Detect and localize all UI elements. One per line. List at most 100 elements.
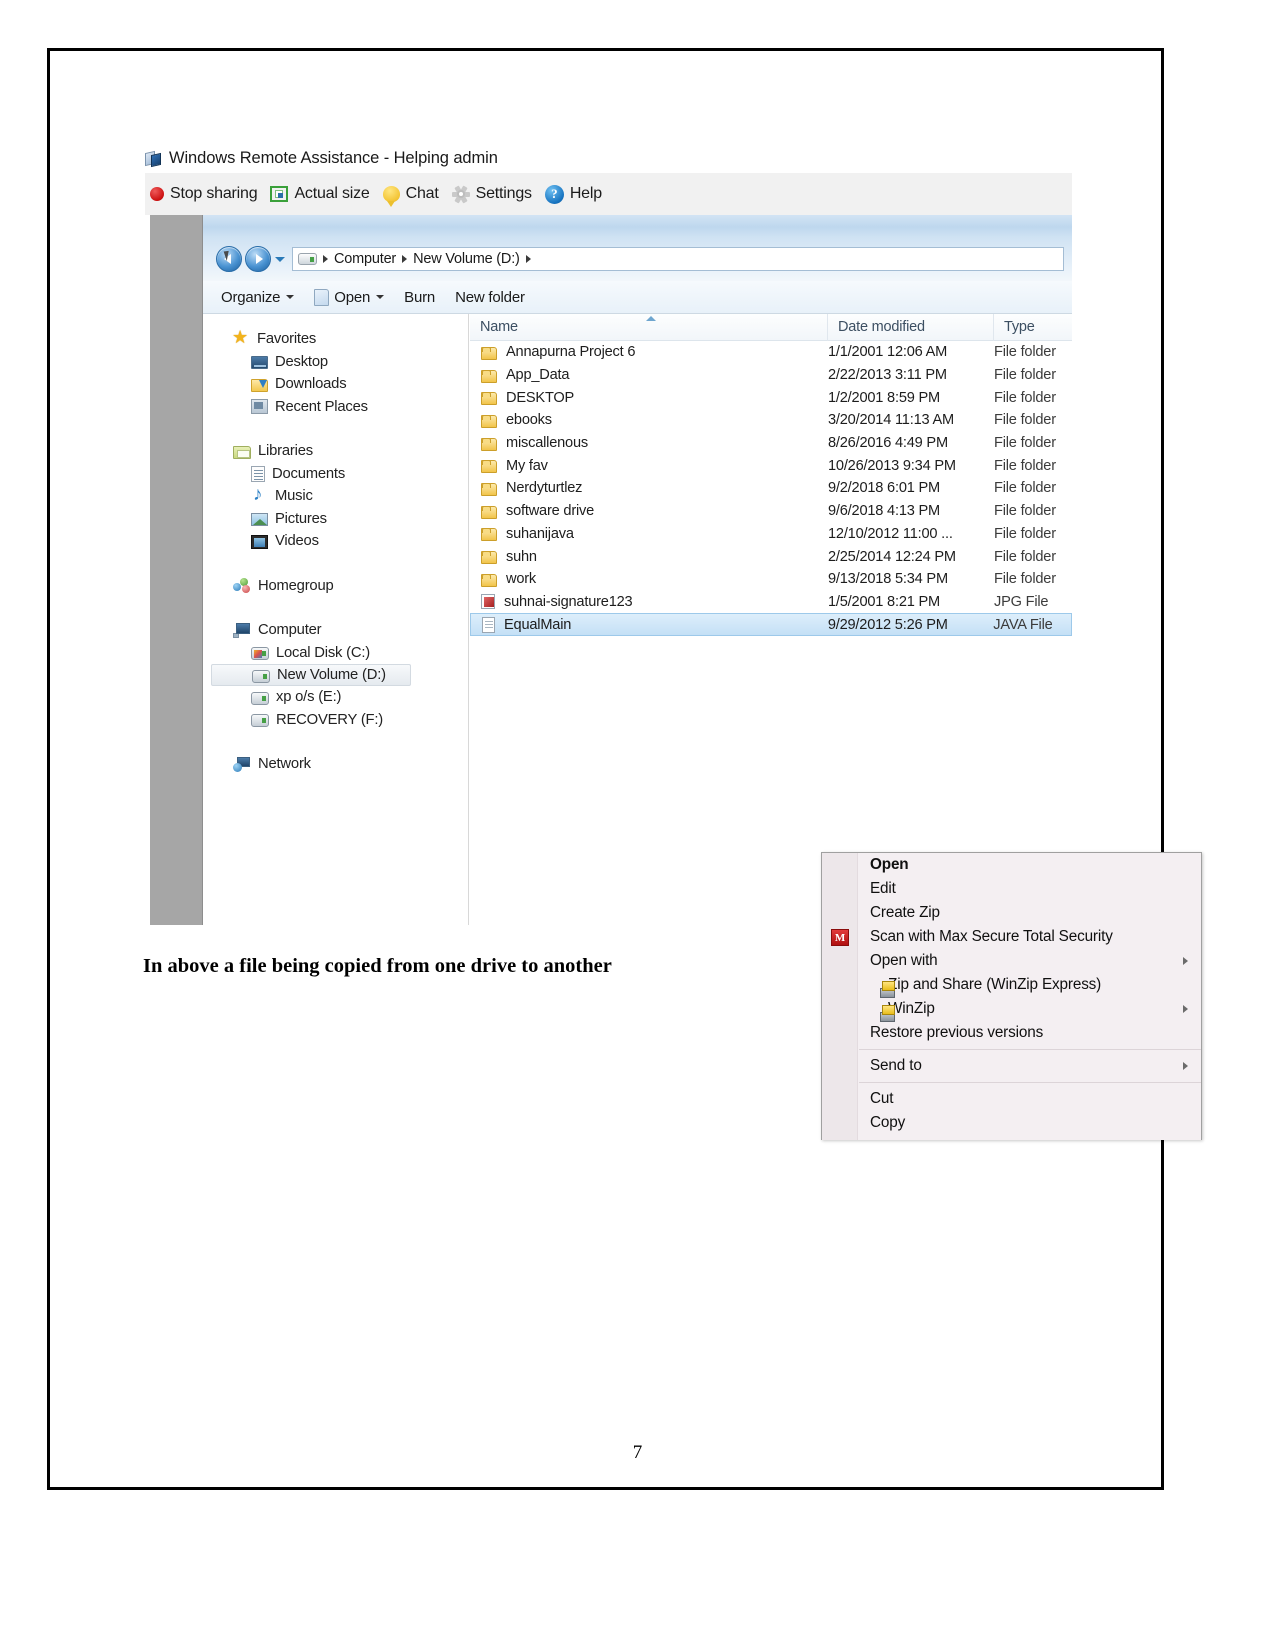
remote-assistance-toolbar: Stop sharing Actual size Chat Settings ?… [145, 173, 1072, 215]
back-arrow-icon[interactable] [216, 246, 242, 272]
help-button[interactable]: ? Help [544, 184, 602, 204]
sidebar-item-label: Local Disk (C:) [276, 644, 371, 661]
table-row[interactable]: DESKTOP 1/2/2001 8:59 PM File folder [470, 386, 1072, 409]
file-type: File folder [994, 367, 1056, 384]
file-type: JPG File [994, 593, 1049, 610]
table-row[interactable]: miscallenous 8/26/2016 4:49 PM File fold… [470, 432, 1072, 455]
sort-ascending-icon [646, 316, 656, 321]
open-button[interactable]: Open [314, 288, 385, 306]
context-menu-item-open[interactable]: Open [822, 853, 1201, 877]
table-row[interactable]: Nerdyturtlez 9/2/2018 6:01 PM File folde… [470, 477, 1072, 500]
context-menu-label: Zip and Share (WinZip Express) [888, 976, 1102, 993]
sidebar-item-libraries[interactable]: Libraries [203, 440, 468, 463]
context-menu-item-send-to[interactable]: Send to [822, 1054, 1201, 1078]
sidebar-item-pictures[interactable]: Pictures [203, 508, 468, 531]
navigation-pane[interactable]: Favorites Desktop Downloads Rec [203, 314, 469, 925]
context-menu-item-cut[interactable]: Cut [822, 1087, 1201, 1111]
table-row[interactable]: suhn 2/25/2014 12:24 PM File folder [470, 545, 1072, 568]
sidebar-item-recent-places[interactable]: Recent Places [203, 396, 468, 419]
sidebar-item-videos[interactable]: Videos [203, 530, 468, 553]
table-row[interactable]: My fav 10/26/2013 9:34 PM File folder [470, 454, 1072, 477]
file-type: File folder [994, 435, 1056, 452]
breadcrumb-separator-icon[interactable] [525, 255, 531, 263]
new-folder-button[interactable]: New folder [455, 289, 525, 306]
folder-icon [481, 482, 497, 496]
table-row[interactable]: suhanijava 12/10/2012 11:00 ... File fol… [470, 523, 1072, 546]
table-row[interactable]: suhnai-signature123 1/5/2001 8:21 PM JPG… [470, 591, 1072, 614]
shared-explorer-window: Computer New Volume (D:) Organize Open B… [150, 215, 1202, 1140]
chat-button[interactable]: Chat [382, 185, 439, 207]
pictures-icon [251, 513, 268, 527]
table-row[interactable]: ebooks 3/20/2014 11:13 AM File folder [470, 409, 1072, 432]
window-title: Windows Remote Assistance - Helping admi… [169, 148, 498, 167]
context-menu-separator [859, 1049, 1201, 1050]
forward-arrow-icon[interactable] [245, 246, 271, 272]
file-name: Annapurna Project 6 [506, 344, 636, 361]
file-date: 1/5/2001 8:21 PM [828, 593, 941, 610]
context-menu-item-create-zip[interactable]: Create Zip [822, 901, 1201, 925]
drive-icon [298, 253, 317, 265]
context-menu[interactable]: Open Edit Create Zip M Scan with Max Sec… [821, 852, 1202, 1140]
sidebar-item-network[interactable]: Network [203, 753, 468, 776]
remote-assistance-window: Windows Remote Assistance - Helping admi… [145, 143, 1202, 1140]
settings-button[interactable]: Settings [451, 184, 532, 204]
sidebar-item-favorites[interactable]: Favorites [203, 327, 468, 351]
sidebar-item-label: Documents [272, 465, 346, 482]
sidebar-item-label: Desktop [275, 353, 328, 370]
stop-sharing-label: Stop sharing [170, 185, 258, 202]
file-type: File folder [994, 412, 1056, 429]
context-menu-item-edit[interactable]: Edit [822, 877, 1201, 901]
max-secure-icon: M [831, 929, 849, 946]
sidebar-item-new-volume-d[interactable]: New Volume (D:) [211, 664, 411, 686]
column-header-date-modified[interactable]: Date modified [828, 314, 994, 341]
sidebar-item-documents[interactable]: Documents [203, 463, 468, 486]
table-row-selected[interactable]: EqualMain 9/29/2012 5:26 PM JAVA File [470, 613, 1072, 636]
file-type: File folder [994, 344, 1056, 361]
winzip-icon [879, 1004, 897, 1022]
breadcrumb[interactable]: Computer New Volume (D:) [292, 247, 1064, 271]
context-menu-item-scan-max-secure[interactable]: M Scan with Max Secure Total Security [822, 925, 1201, 949]
table-row[interactable]: App_Data 2/22/2013 3:11 PM File folder [470, 364, 1072, 387]
sidebar-item-xp-os-e[interactable]: xp o/s (E:) [203, 686, 468, 709]
organize-label: Organize [221, 288, 281, 306]
actual-size-button[interactable]: Actual size [270, 185, 370, 203]
burn-button[interactable]: Burn [404, 289, 435, 306]
sidebar-item-desktop[interactable]: Desktop [203, 351, 468, 374]
sidebar-item-recovery-f[interactable]: RECOVERY (F:) [203, 709, 468, 732]
file-type: JAVA File [993, 616, 1053, 633]
sidebar-item-homegroup[interactable]: Homegroup [203, 575, 468, 598]
file-name: Nerdyturtlez [506, 480, 583, 497]
chevron-down-icon[interactable] [275, 256, 285, 262]
file-type: File folder [994, 571, 1056, 588]
file-date: 8/26/2016 4:49 PM [828, 435, 948, 452]
sidebar-item-music[interactable]: Music [203, 484, 468, 508]
breadcrumb-segment-computer[interactable]: Computer [334, 251, 396, 267]
folder-icon [481, 573, 497, 587]
sidebar-item-local-disk-c[interactable]: Local Disk (C:) [203, 642, 468, 665]
file-name: DESKTOP [506, 389, 575, 406]
breadcrumb-segment-new-volume[interactable]: New Volume (D:) [413, 251, 520, 267]
chat-bubble-icon [382, 186, 400, 207]
table-row[interactable]: software drive 9/6/2018 4:13 PM File fol… [470, 500, 1072, 523]
table-row[interactable]: work 9/13/2018 5:34 PM File folder [470, 568, 1072, 591]
column-header-type[interactable]: Type [994, 314, 1072, 341]
file-list-pane[interactable]: Name Date modified Type Annapurna Projec… [470, 314, 1072, 925]
folder-icon [481, 505, 497, 519]
submenu-arrow-icon [1183, 1062, 1188, 1070]
file-date: 9/2/2018 6:01 PM [828, 480, 941, 497]
organize-button[interactable]: Organize [221, 288, 295, 306]
table-row[interactable]: Annapurna Project 6 1/1/2001 12:06 AM Fi… [470, 341, 1072, 364]
folder-icon [481, 392, 497, 406]
computer-icon [233, 622, 251, 638]
sidebar-item-computer[interactable]: Computer [203, 619, 468, 642]
help-circle-icon: ? [544, 184, 564, 204]
context-menu-item-copy[interactable]: Copy [822, 1111, 1201, 1135]
sidebar-item-label: Music [275, 488, 313, 505]
chevron-down-icon [376, 295, 385, 299]
context-menu-item-winzip[interactable]: WinZip [822, 997, 1201, 1022]
folder-icon [481, 437, 497, 451]
context-menu-item-restore-previous-versions[interactable]: Restore previous versions [822, 1021, 1201, 1045]
sidebar-item-downloads[interactable]: Downloads [203, 373, 468, 396]
stop-sharing-button[interactable]: Stop sharing [150, 185, 258, 203]
sidebar-item-label: New Volume (D:) [277, 667, 386, 683]
